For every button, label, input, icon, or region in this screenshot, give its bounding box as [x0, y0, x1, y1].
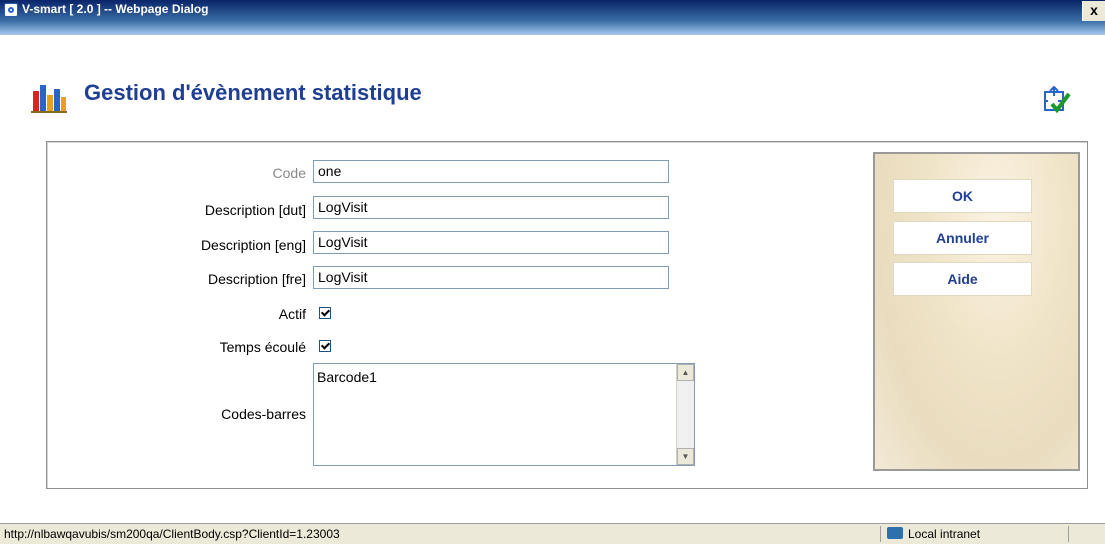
bar-chart-icon: [31, 85, 67, 113]
check-move-icon[interactable]: [1043, 86, 1071, 114]
temps-ecoule-checkbox[interactable]: [319, 340, 331, 352]
scroll-down-icon[interactable]: ▼: [677, 448, 694, 465]
status-divider-2: [1068, 526, 1069, 542]
code-label: Code: [272, 165, 306, 181]
status-bar: http://nlbawqavubis/sm200qa/ClientBody.c…: [0, 523, 1105, 544]
ie-icon: [4, 3, 18, 17]
ok-button[interactable]: OK: [893, 179, 1032, 213]
actif-checkbox[interactable]: [319, 307, 331, 319]
window-title: V-smart [ 2.0 ] -- Webpage Dialog: [22, 2, 209, 16]
scroll-up-icon[interactable]: ▲: [677, 364, 694, 381]
aide-button[interactable]: Aide: [893, 262, 1032, 296]
intranet-icon: [887, 527, 903, 539]
status-zone: Local intranet: [908, 527, 981, 541]
close-button[interactable]: x: [1082, 1, 1105, 21]
textarea-scrollbar[interactable]: ▲ ▼: [676, 364, 694, 465]
actif-label: Actif: [278, 306, 306, 322]
description-fre-label: Description [fre]: [207, 271, 306, 287]
window-titlebar: V-smart [ 2.0 ] -- Webpage Dialog x: [0, 0, 1105, 35]
status-url: http://nlbawqavubis/sm200qa/ClientBody.c…: [4, 527, 340, 541]
status-divider: [880, 526, 881, 542]
description-eng-label: Description [eng]: [200, 237, 306, 253]
temps-ecoule-label: Temps écoulé: [219, 339, 306, 355]
codes-barres-label: Codes-barres: [221, 406, 306, 422]
codes-barres-value: Barcode1: [317, 369, 377, 385]
description-dut-field[interactable]: LogVisit: [313, 196, 669, 219]
code-field[interactable]: one: [313, 160, 669, 183]
description-dut-label: Description [dut]: [204, 202, 306, 218]
description-fre-field[interactable]: LogVisit: [313, 266, 669, 289]
description-eng-field[interactable]: LogVisit: [313, 231, 669, 254]
codes-barres-textarea[interactable]: Barcode1 ▲ ▼: [313, 363, 695, 466]
annuler-button[interactable]: Annuler: [893, 221, 1032, 255]
page-title: Gestion d'évènement statistique: [84, 80, 422, 105]
